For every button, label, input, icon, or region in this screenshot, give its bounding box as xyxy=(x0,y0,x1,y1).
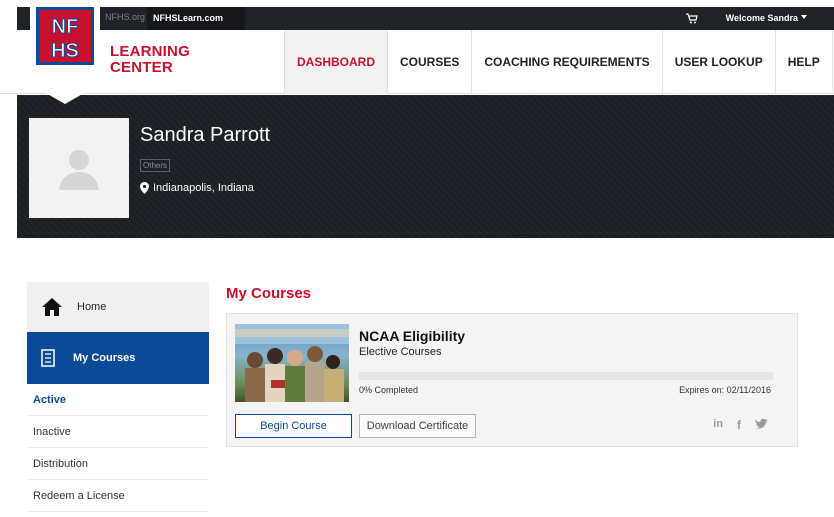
avatar xyxy=(29,118,129,218)
profile-location: Indianapolis, Indiana xyxy=(140,182,254,194)
profile-location-text: Indianapolis, Indiana xyxy=(153,182,254,194)
sidebar-item-label: Home xyxy=(77,301,107,313)
nav-help[interactable]: HELP xyxy=(774,30,833,94)
linkedin-icon[interactable]: in xyxy=(713,418,723,432)
caret-down-icon[interactable] xyxy=(801,15,807,19)
profile-role-badge: Others xyxy=(140,159,171,172)
nav-coaching-requirements[interactable]: COACHING REQUIREMENTS xyxy=(471,30,661,94)
course-progress-bar xyxy=(359,372,773,380)
sidebar-link-inactive[interactable]: Inactive xyxy=(27,416,209,448)
nfhs-org-link[interactable]: NFHS.org xyxy=(105,12,145,22)
share-icons: in f xyxy=(713,418,769,432)
user-placeholder-icon xyxy=(59,150,99,190)
main-nav: DASHBOARD COURSES COACHING REQUIREMENTS … xyxy=(284,30,833,94)
sidebar: Home My Courses Active Inactive Distribu… xyxy=(27,282,209,512)
top-bar: NFHS.org NFHSLearn.com Welcome Sandra xyxy=(17,7,834,30)
nav-dashboard[interactable]: DASHBOARD xyxy=(284,30,387,94)
brand-line-1: LEARNING xyxy=(110,43,190,60)
course-progress-label: 0% Completed xyxy=(359,385,419,395)
course-title[interactable]: NCAA Eligibility xyxy=(359,328,465,344)
course-thumbnail[interactable] xyxy=(235,324,349,402)
sidebar-link-active[interactable]: Active xyxy=(27,384,209,416)
book-icon xyxy=(41,349,55,367)
nfhs-logo[interactable]: NF HS xyxy=(30,4,100,104)
welcome-menu[interactable]: Welcome Sandra xyxy=(726,13,798,23)
twitter-icon[interactable] xyxy=(755,418,769,430)
home-icon xyxy=(42,298,62,316)
sidebar-link-redeem-license[interactable]: Redeem a License xyxy=(27,480,209,512)
sidebar-item-label: My Courses xyxy=(73,352,136,364)
profile-banner: Sandra Parrott Others Indianapolis, Indi… xyxy=(17,95,834,238)
nfhslearn-link[interactable]: NFHSLearn.com xyxy=(147,7,245,30)
sidebar-item-home[interactable]: Home xyxy=(27,282,209,332)
facebook-icon[interactable]: f xyxy=(737,418,741,432)
brand-line-2: CENTER xyxy=(110,59,173,76)
svg-text:NF: NF xyxy=(52,16,79,38)
sidebar-link-distribution[interactable]: Distribution xyxy=(27,448,209,480)
page-title: My Courses xyxy=(226,285,312,302)
brand-title: LEARNING CENTER xyxy=(110,44,190,76)
begin-course-button[interactable]: Begin Course xyxy=(235,414,352,438)
course-expiry: Expires on: 02/11/2016 xyxy=(679,385,771,395)
map-pin-icon xyxy=(140,182,149,194)
course-category: Elective Courses xyxy=(359,346,442,358)
cart-icon[interactable] xyxy=(686,13,698,24)
nav-user-lookup[interactable]: USER LOOKUP xyxy=(661,30,775,94)
sidebar-item-my-courses[interactable]: My Courses xyxy=(27,332,209,384)
profile-name: Sandra Parrott xyxy=(140,124,271,146)
nav-courses[interactable]: COURSES xyxy=(387,30,471,94)
course-card: NCAA Eligibility Elective Courses 0% Com… xyxy=(226,313,798,447)
students-photo xyxy=(235,324,349,402)
svg-text:HS: HS xyxy=(51,40,79,62)
download-certificate-button[interactable]: Download Certificate xyxy=(359,414,476,438)
